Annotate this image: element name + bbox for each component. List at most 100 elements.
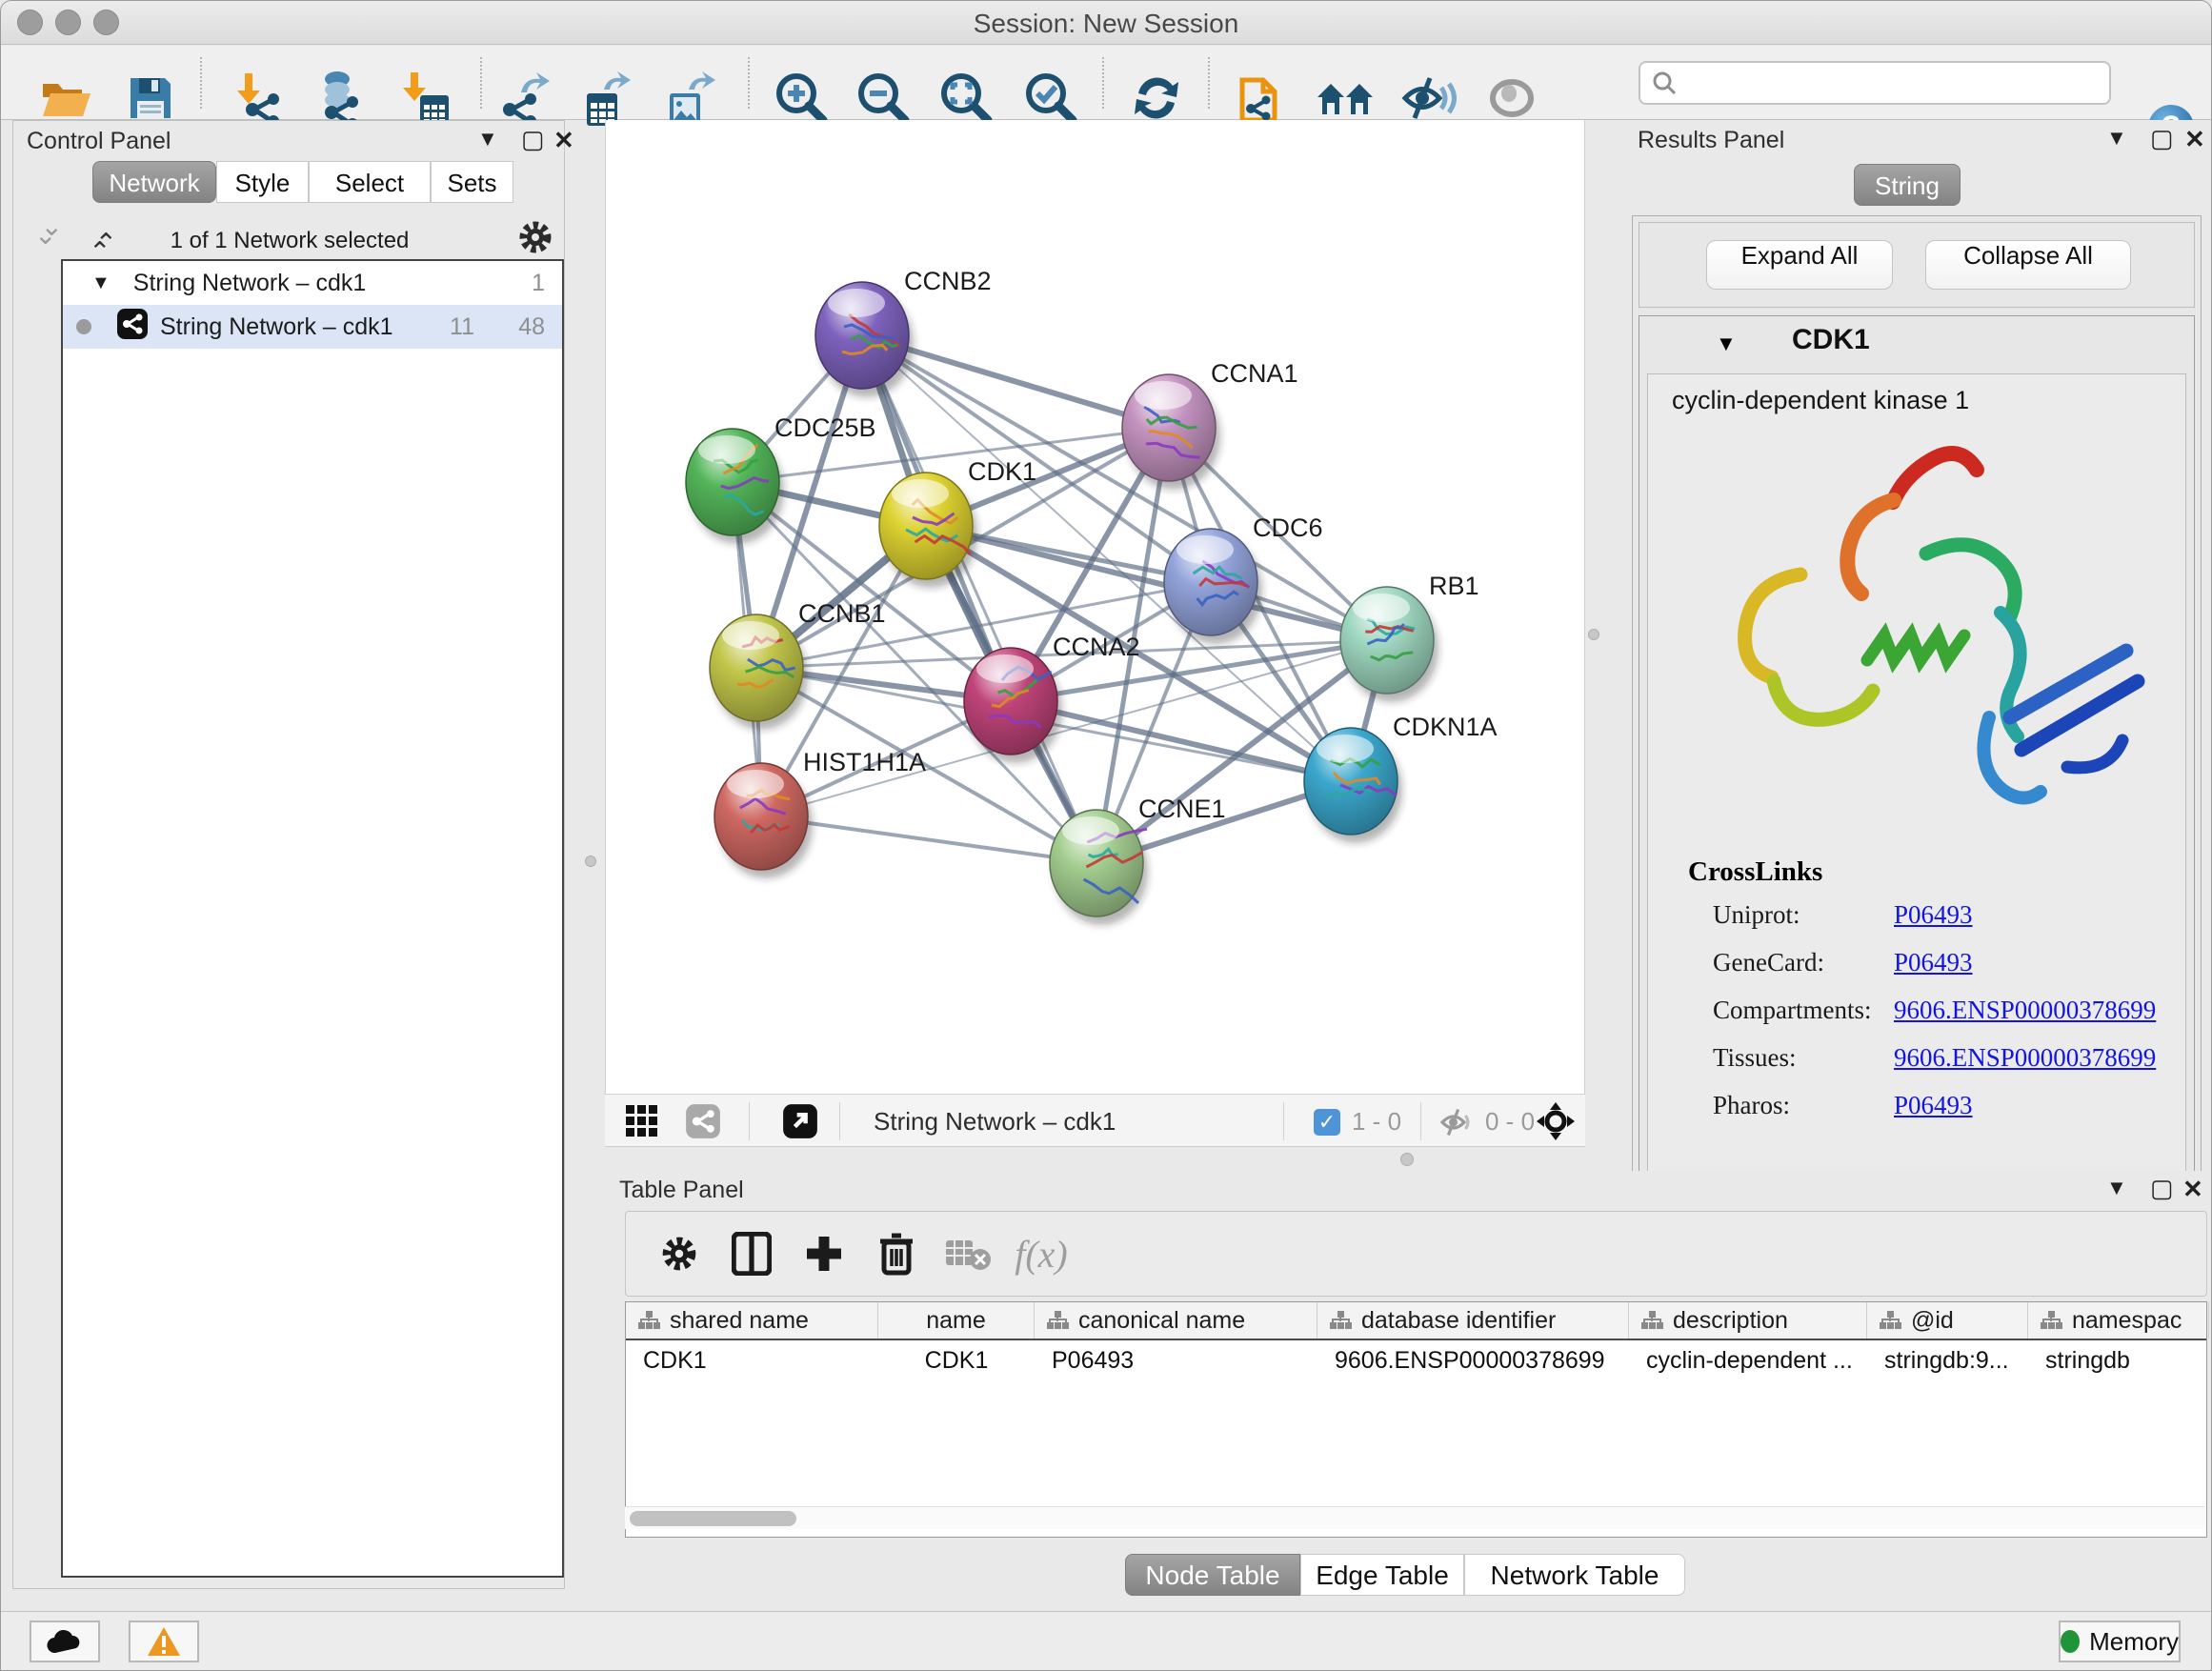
show-columns-button[interactable]	[715, 1225, 788, 1282]
export-image-icon	[666, 70, 715, 126]
bottom-splitter-grip[interactable]	[1400, 1153, 1414, 1166]
node-CDKN1A[interactable]: CDKN1A	[1304, 713, 1498, 843]
column-header--id[interactable]: @id	[1867, 1302, 2028, 1339]
edge-CCNB2-CCNE1[interactable]	[862, 335, 1096, 863]
node-RB1[interactable]: RB1	[1340, 572, 1479, 702]
external-arrow-icon	[782, 1103, 818, 1139]
table-cell: cyclin-dependent ...	[1629, 1340, 1867, 1380]
column-header-description[interactable]: description	[1629, 1302, 1867, 1339]
nav-separator	[749, 1102, 750, 1140]
memory-label: Memory	[2089, 1627, 2179, 1657]
table-panel-title: Table Panel	[619, 1177, 744, 1204]
crosslink-value-link[interactable]: 9606.ENSP00000378699	[1894, 1043, 2156, 1073]
results-panel-menu-icon[interactable]: ▼	[2106, 126, 2127, 151]
crosslink-value-link[interactable]: P06493	[1894, 1091, 1973, 1120]
control-panel-menu-icon[interactable]: ▼	[477, 127, 498, 151]
column-header-namespac[interactable]: namespac	[2028, 1302, 2209, 1339]
results-panel-close-icon[interactable]: ✕	[2184, 125, 2205, 154]
nav-separator	[839, 1102, 840, 1140]
left-splitter-grip[interactable]	[585, 856, 596, 867]
collapse-all-button[interactable]: Collapse All	[1925, 240, 2131, 290]
table-panel-menu-icon[interactable]: ▼	[2106, 1176, 2127, 1200]
tab-select[interactable]: Select	[309, 161, 431, 203]
entry-gene-name: CDK1	[1792, 324, 1870, 356]
crosslink-row: GeneCard:P06493	[1713, 948, 2170, 977]
birds-eye-view-button[interactable]	[626, 1105, 658, 1142]
column-header-database-identifier[interactable]: database identifier	[1317, 1302, 1629, 1339]
control-panel-float-icon[interactable]: ▢	[521, 125, 545, 154]
warnings-button[interactable]	[129, 1621, 199, 1662]
control-panel-title: Control Panel	[27, 128, 171, 155]
node-count: 11	[450, 313, 474, 341]
node-CDC25B[interactable]: CDC25B	[686, 413, 876, 544]
network-options-gear-icon[interactable]	[516, 218, 554, 261]
node-label-CCNA1: CCNA1	[1211, 359, 1298, 388]
network-tree-root-row[interactable]: ▼ String Network – cdk1 1	[63, 261, 562, 305]
tab-node-table[interactable]: Node Table	[1125, 1554, 1300, 1596]
control-panel: Control Panel ▼ ▢ ✕ NetworkStyleSelectSe…	[12, 120, 565, 1589]
horizontal-scrollbar[interactable]	[625, 1506, 2205, 1529]
memory-button[interactable]: Memory	[2059, 1621, 2181, 1662]
tab-network[interactable]: Network	[92, 161, 216, 203]
crosslink-value-link[interactable]: P06493	[1894, 948, 1973, 977]
node-CDK1[interactable]: CDK1	[879, 457, 1036, 588]
cdk1-entry: ▼ CDK1 cyclin-dependent kinase 1	[1639, 315, 2195, 1213]
search-field[interactable]	[1639, 61, 2111, 105]
crosslink-row: Compartments:9606.ENSP00000378699	[1713, 996, 2170, 1025]
memory-status-dot	[2061, 1630, 2080, 1653]
tab-sets[interactable]: Sets	[431, 161, 513, 203]
node-label-CCNE1: CCNE1	[1138, 795, 1226, 823]
network-tree-child-row[interactable]: String Network – cdk1 11 48	[63, 305, 562, 349]
export-table-icon	[583, 70, 633, 126]
hidden-counts: 0 - 0	[1485, 1107, 1535, 1137]
scrollbar-thumb[interactable]	[630, 1511, 796, 1526]
node-CCNB2[interactable]: CCNB2	[815, 267, 992, 397]
table-row[interactable]: CDK1CDK1P064939606.ENSP00000378699cyclin…	[626, 1340, 2206, 1380]
network-type-share-icon	[116, 308, 149, 347]
node-CDC6[interactable]: CDC6	[1164, 513, 1323, 644]
network-canvas[interactable]: CCNB2CCNA1CDC25BCDK1CDC6RB1CCNB1CCNA2CDK…	[605, 120, 1585, 1094]
collection-count: 1	[532, 270, 545, 297]
node-CCNA2[interactable]: CCNA2	[964, 633, 1140, 763]
column-header-name[interactable]: name	[878, 1302, 1035, 1339]
crosslink-value-link[interactable]: P06493	[1894, 900, 1973, 930]
pan-mode-button[interactable]	[1537, 1102, 1575, 1145]
right-splitter-grip[interactable]	[1588, 629, 1599, 640]
table-panel-close-icon[interactable]: ✕	[2182, 1175, 2203, 1204]
column-header-shared-name[interactable]: shared name	[626, 1302, 878, 1339]
function-builder-button[interactable]: f(x)	[1005, 1225, 1077, 1282]
table-panel-float-icon[interactable]: ▢	[2150, 1174, 2174, 1203]
node-CCNE1[interactable]: CCNE1	[1050, 795, 1226, 925]
tree-expand-arrow-icon[interactable]: ▼	[91, 272, 111, 294]
node-HIST1H1A[interactable]: HIST1H1A	[714, 748, 926, 878]
results-panel-float-icon[interactable]: ▢	[2150, 124, 2174, 153]
crosslink-value-link[interactable]: 9606.ENSP00000378699	[1894, 996, 2156, 1025]
tab-edge-table[interactable]: Edge Table	[1300, 1554, 1464, 1596]
selected-nodes-checkbox[interactable]: ✓	[1314, 1109, 1340, 1136]
search-input[interactable]	[1677, 70, 2086, 96]
tab-style[interactable]: Style	[216, 161, 309, 203]
control-panel-close-icon[interactable]: ✕	[553, 126, 574, 155]
column-type-icon	[2040, 1310, 2062, 1331]
add-column-button[interactable]	[788, 1225, 860, 1282]
tab-string[interactable]: String	[1854, 164, 1961, 206]
entry-collapse-arrow-icon[interactable]: ▼	[1716, 332, 1737, 356]
tab-network-table[interactable]: Network Table	[1464, 1554, 1685, 1596]
expand-all-button[interactable]: Expand All	[1706, 240, 1893, 290]
open-in-window-button[interactable]	[782, 1103, 818, 1144]
hidden-eye-slash-icon[interactable]	[1439, 1107, 1476, 1142]
cloud-button[interactable]	[30, 1621, 100, 1662]
column-header-canonical-name[interactable]: canonical name	[1035, 1302, 1317, 1339]
delete-column-button[interactable]	[860, 1225, 933, 1282]
network-graph[interactable]: CCNB2CCNA1CDC25BCDK1CDC6RB1CCNB1CCNA2CDK…	[606, 120, 1586, 1094]
share-icon	[685, 1103, 721, 1139]
nav-separator	[1283, 1102, 1284, 1140]
string-results-container: Expand All Collapse All ▼ CDK1 cyclin-de…	[1632, 215, 2202, 1221]
network-share-button[interactable]	[685, 1103, 721, 1144]
cloud-icon	[46, 1628, 84, 1655]
import-table-icon	[403, 70, 449, 126]
zoom-fit-icon	[938, 70, 994, 126]
current-network-name: String Network – cdk1	[874, 1107, 1116, 1137]
table-settings-button[interactable]	[643, 1225, 715, 1282]
delete-table-button[interactable]	[933, 1225, 1005, 1282]
